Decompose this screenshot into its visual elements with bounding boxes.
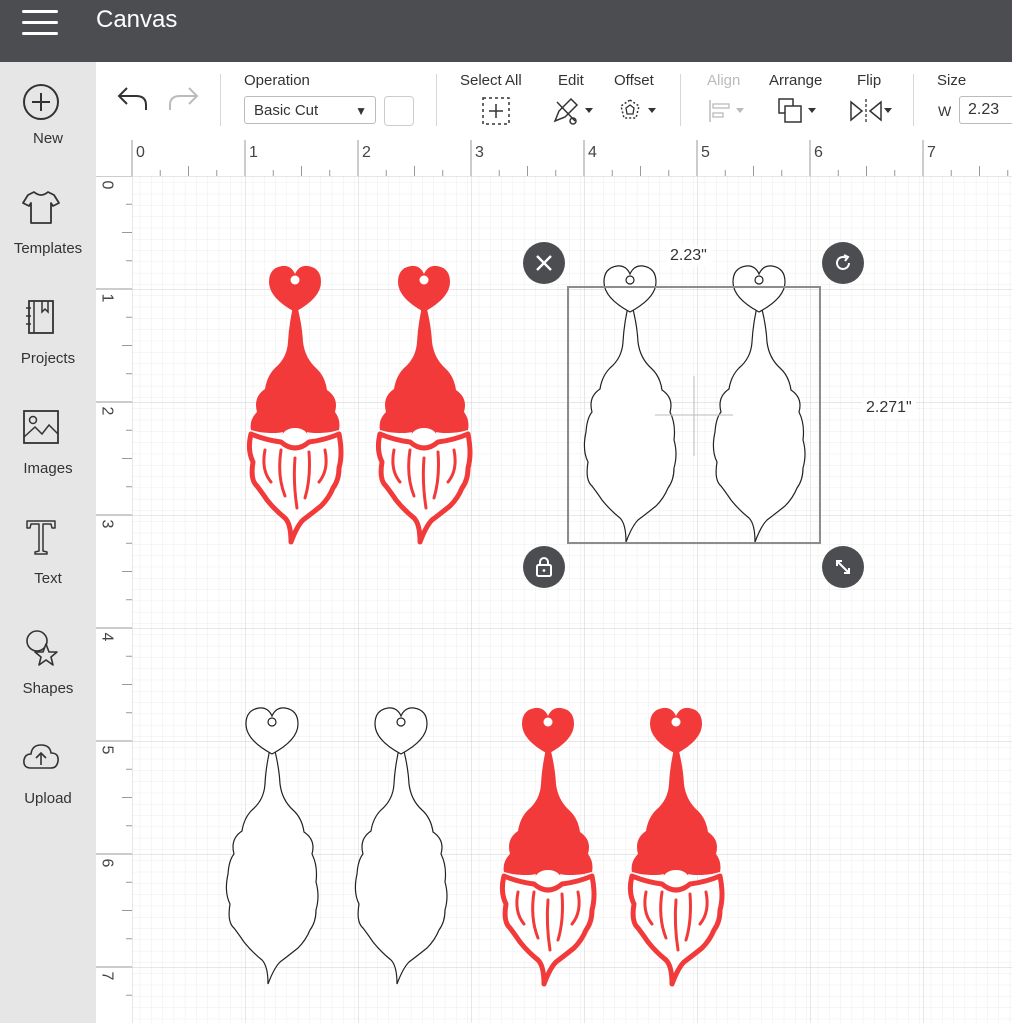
sidebar-item-label: Projects [20,350,76,367]
ruler-top-number: 1 [249,144,258,161]
plus-circle-icon [23,84,59,120]
canvas-drawing [132,176,1012,1023]
operation-select[interactable]: Basic Cut ▼ [244,96,376,124]
ruler-top-number: 6 [814,144,823,161]
ruler-left-ticks [96,176,132,996]
top-bar: Canvas [0,0,1012,62]
sidebar-item-label: Templates [13,240,83,257]
toolbar-divider [913,74,914,126]
flip-label: Flip [857,72,882,89]
edit-label: Edit [558,72,584,89]
select-all-icon[interactable] [481,96,511,126]
sidebar-item-upload[interactable]: Upload [0,736,96,836]
operation-label: Operation [244,72,310,89]
redo-icon[interactable] [166,84,200,114]
ruler-left: 0 1 2 3 4 5 6 7 [96,176,132,1023]
sidebar-item-label: Upload [24,790,72,807]
selection-height-label: 2.271" [862,398,916,418]
size-width-input[interactable]: 2.23 [959,96,1012,124]
cloud-upload-icon [23,744,59,769]
sidebar-item-label: Shapes [22,680,74,697]
sidebar-item-templates[interactable]: Templates [0,186,96,286]
ruler-top: 0 1 2 3 4 5 6 7 [96,140,1012,176]
rotate-handle[interactable] [822,242,864,284]
sidebar-item-projects[interactable]: Projects [0,296,96,396]
tshirt-icon [22,191,60,224]
size-width-label: W [938,103,952,119]
close-icon [536,255,552,271]
rotate-icon [836,254,850,270]
sidebar-item-shapes[interactable]: Shapes [0,626,96,726]
notebook-icon [26,300,54,334]
resize-handle[interactable] [822,546,864,588]
operation-value: Basic Cut [254,102,319,119]
design-canvas[interactable] [132,176,1012,1023]
align-icon[interactable] [706,96,748,126]
lock-handle[interactable] [523,546,565,588]
selection-width-label: 2.23" [666,246,711,266]
color-swatch[interactable] [384,96,414,126]
undo-icon[interactable] [116,84,150,114]
flip-icon[interactable] [848,96,894,126]
lock-icon [536,557,552,577]
ruler-top-number: 7 [927,144,936,161]
ruler-left-number: 4 [98,632,116,642]
sidebar-item-label: Images [23,460,73,477]
app-title: Canvas [96,6,178,33]
sidebar-item-label: New [32,130,63,147]
left-sidebar: New Templates Projects Images Text Shape… [0,62,96,1023]
edit-toolbar: Operation Basic Cut ▼ Select All Edit Of… [96,62,1012,141]
sidebar-item-images[interactable]: Images [0,406,96,506]
ruler-left-number: 7 [98,971,116,981]
ruler-top-number: 3 [475,144,484,161]
ruler-left-number: 0 [98,180,116,190]
offset-icon[interactable] [616,96,658,126]
ruler-left-number: 3 [98,519,116,529]
shapes-icon [26,630,58,666]
align-label: Align [707,72,741,89]
text-t-icon [26,520,56,555]
ruler-top-number: 4 [588,144,597,161]
ruler-left-number: 5 [98,745,116,755]
offset-label: Offset [614,72,654,89]
size-label: Size [937,72,967,89]
ruler-top-ticks [131,140,1009,176]
ruler-top-number: 0 [136,144,145,161]
delete-handle[interactable] [523,242,565,284]
image-icon [23,410,59,444]
toolbar-divider [436,74,437,126]
sidebar-item-text[interactable]: Text [0,516,96,616]
sidebar-item-new[interactable]: New [0,76,96,176]
arrange-icon[interactable] [776,96,820,126]
arrange-label: Arrange [769,72,823,89]
ruler-top-number: 2 [362,144,371,161]
toolbar-divider [220,74,221,126]
ruler-left-number: 1 [98,293,116,303]
ruler-left-number: 2 [98,406,116,416]
hamburger-menu-icon[interactable] [22,10,58,36]
edit-tools-icon[interactable] [551,96,595,126]
select-all-label: Select All [460,72,522,89]
ruler-top-number: 5 [701,144,710,161]
toolbar-divider [680,74,681,126]
sidebar-item-label: Text [34,570,62,587]
ruler-left-number: 6 [98,858,116,868]
resize-arrows-icon [836,560,850,574]
dropdown-arrow-icon: ▼ [355,104,367,118]
